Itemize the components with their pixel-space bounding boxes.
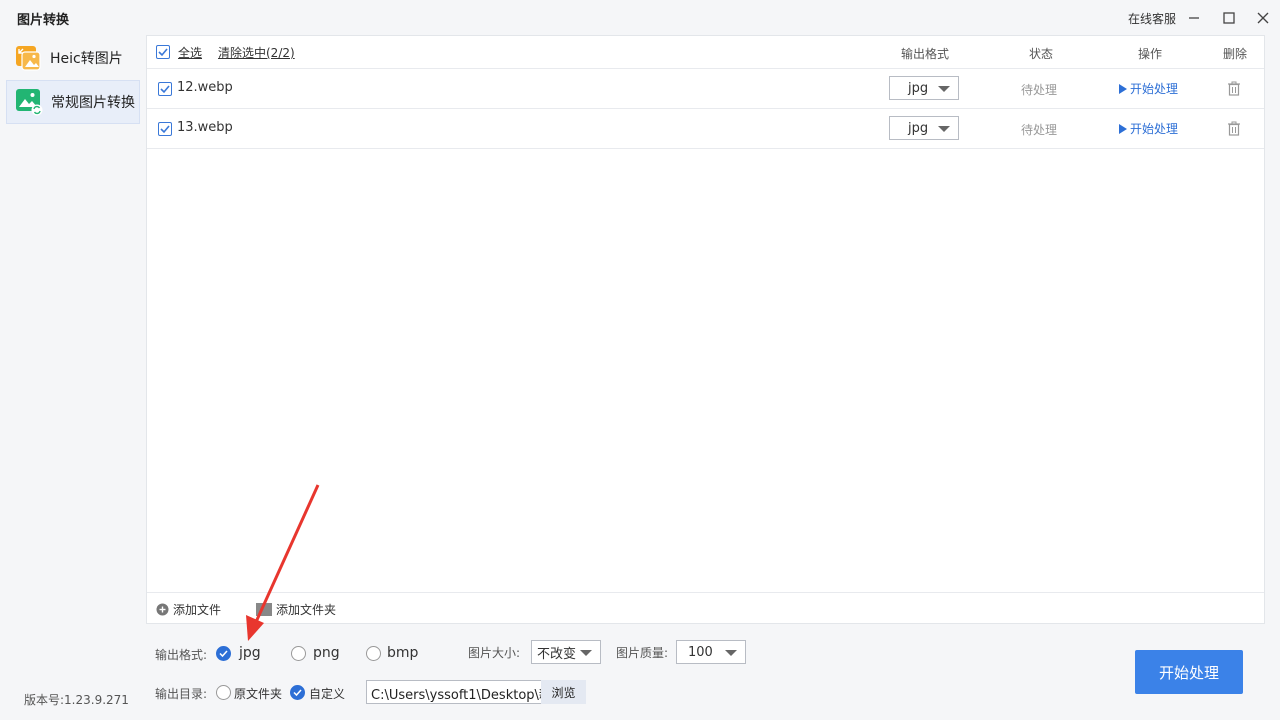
file-list-panel: 全选 清除选中(2/2) 输出格式 状态 操作 删除 12.webp jpg 待… (146, 35, 1265, 624)
play-icon (1119, 83, 1127, 94)
start-process-label: 开始处理 (1130, 122, 1179, 136)
image-size-value: 不改变 (537, 646, 577, 662)
column-header-format: 输出格式 (901, 47, 950, 61)
maximize-icon (1223, 12, 1235, 24)
app-title: 图片转换 (17, 13, 70, 28)
file-checkbox[interactable] (158, 82, 172, 96)
start-process-label: 开始处理 (1130, 82, 1179, 96)
play-icon (1119, 123, 1127, 134)
customer-service-link[interactable]: 在线客服 (1128, 10, 1176, 27)
select-all-link[interactable]: 全选 (178, 44, 202, 61)
trash-icon[interactable] (1227, 81, 1241, 96)
column-header-status: 状态 (1029, 47, 1054, 61)
title-bar: 图片转换 在线客服 (0, 0, 1280, 36)
close-icon (1257, 12, 1269, 24)
select-all-checkbox[interactable] (156, 45, 170, 59)
check-icon (160, 85, 170, 94)
sidebar-item-image-convert[interactable]: 常规图片转换 (6, 80, 140, 124)
format-select-value: jpg (908, 80, 929, 96)
check-icon (293, 689, 302, 697)
minimize-icon (1189, 17, 1199, 19)
format-radio-label[interactable]: png (313, 645, 340, 661)
dir-radio-label[interactable]: 原文件夹 (234, 685, 282, 702)
image-size-label: 图片大小: (468, 646, 521, 660)
status-text: 待处理 (1021, 83, 1058, 97)
close-button[interactable] (1250, 6, 1276, 30)
dir-radio-custom[interactable] (290, 685, 305, 700)
list-header: 全选 清除选中(2/2) 输出格式 状态 操作 删除 (147, 36, 1264, 69)
chevron-down-icon (938, 126, 950, 132)
chevron-down-icon (580, 650, 592, 656)
format-select-value: jpg (908, 120, 929, 136)
output-format-label: 输出格式: (155, 648, 208, 662)
chevron-down-icon (938, 86, 950, 92)
format-radio-jpg[interactable] (216, 646, 231, 661)
sidebar: Heic转图片 常规图片转换 版本号:1.23.9.271 (0, 36, 146, 720)
sidebar-item-heic[interactable]: Heic转图片 (6, 36, 140, 80)
output-path-input[interactable]: C:\Users\yssoft1\Desktop\新 (366, 680, 542, 704)
image-size-select[interactable]: 不改变 (531, 640, 601, 664)
start-process-button[interactable]: 开始处理 (1135, 650, 1243, 694)
format-radio-label[interactable]: jpg (239, 645, 261, 661)
file-checkbox[interactable] (158, 122, 172, 136)
dir-radio-label[interactable]: 自定义 (309, 685, 345, 702)
check-icon (160, 125, 170, 134)
add-file-button[interactable]: 添加文件 (156, 601, 221, 618)
column-header-action: 操作 (1138, 47, 1163, 61)
plus-circle-icon (156, 603, 169, 616)
table-row: 13.webp jpg 待处理 开始处理 (147, 109, 1264, 149)
image-convert-icon (16, 89, 43, 116)
dir-radio-original[interactable] (216, 685, 231, 700)
column-header-delete: 删除 (1223, 47, 1248, 61)
start-process-link[interactable]: 开始处理 (1119, 80, 1178, 97)
image-quality-label: 图片质量: (616, 646, 669, 660)
start-process-link[interactable]: 开始处理 (1119, 120, 1178, 137)
image-quality-value: 100 (688, 644, 713, 660)
check-icon (219, 650, 228, 658)
trash-icon[interactable] (1227, 121, 1241, 136)
table-row: 12.webp jpg 待处理 开始处理 (147, 69, 1264, 109)
format-select[interactable]: jpg (889, 76, 959, 100)
clear-selected-link[interactable]: 清除选中(2/2) (218, 44, 295, 61)
file-name: 12.webp (177, 80, 233, 95)
file-name: 13.webp (177, 120, 233, 135)
folder-icon (256, 603, 272, 616)
output-dir-label: 输出目录: (155, 687, 208, 701)
check-icon (158, 48, 168, 57)
add-folder-label: 添加文件夹 (276, 603, 337, 617)
sidebar-item-label: Heic转图片 (50, 51, 123, 67)
format-radio-bmp[interactable] (366, 646, 381, 661)
chevron-down-icon (725, 650, 737, 656)
heic-icon (16, 46, 41, 71)
sidebar-item-label: 常规图片转换 (51, 95, 135, 111)
image-quality-select[interactable]: 100 (676, 640, 746, 664)
format-select[interactable]: jpg (889, 116, 959, 140)
add-file-label: 添加文件 (173, 603, 222, 617)
minimize-button[interactable] (1181, 6, 1207, 30)
format-radio-png[interactable] (291, 646, 306, 661)
add-folder-button[interactable]: 添加文件夹 (256, 601, 336, 618)
version-label: 版本号:1.23.9.271 (24, 693, 129, 707)
status-text: 待处理 (1021, 123, 1058, 137)
format-radio-label[interactable]: bmp (387, 645, 418, 661)
panel-footer: 添加文件 添加文件夹 (147, 592, 1264, 625)
maximize-button[interactable] (1216, 6, 1242, 30)
browse-button[interactable]: 浏览 (541, 680, 586, 704)
